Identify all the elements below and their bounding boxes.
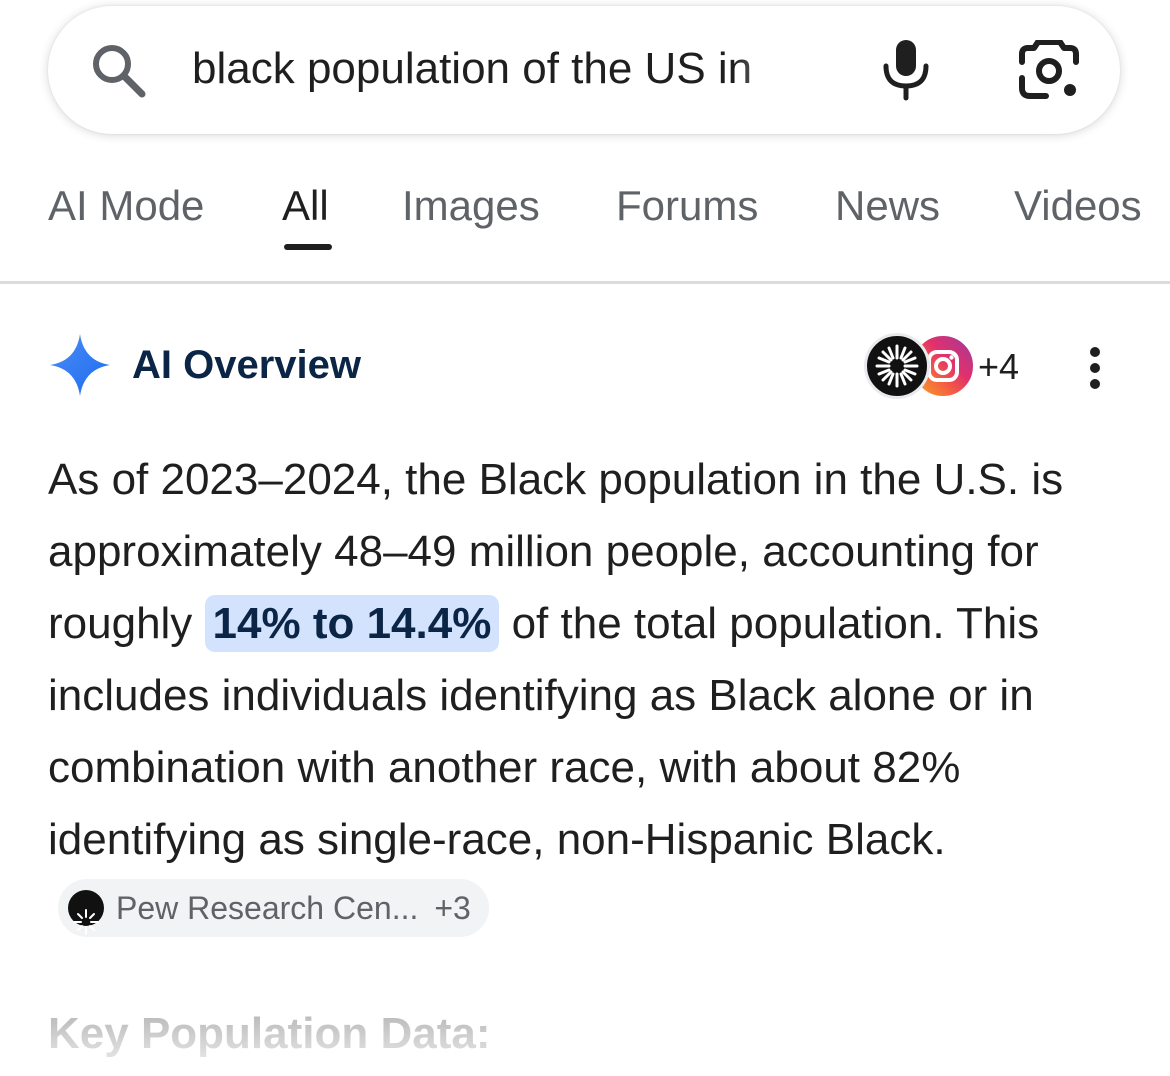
tab-ai-mode[interactable]: AI Mode: [48, 180, 204, 232]
highlighted-percentage: 14% to 14.4%: [204, 595, 500, 652]
search-input[interactable]: black population of the US in: [192, 36, 822, 102]
more-sources-count[interactable]: +4: [978, 345, 1019, 389]
lens-icon[interactable]: [1016, 40, 1082, 100]
active-tab-indicator: [284, 244, 332, 250]
tabs-divider: [0, 281, 1170, 284]
tab-videos[interactable]: Videos: [1014, 180, 1142, 232]
tab-forums[interactable]: Forums: [616, 180, 758, 232]
search-icon[interactable]: [88, 40, 148, 100]
source-chip[interactable]: Pew Research Cen... +3: [58, 879, 489, 938]
pew-source-avatar[interactable]: [864, 333, 930, 399]
search-tabs: AI Mode All Images Forums News Videos: [0, 180, 1170, 240]
mic-icon[interactable]: [880, 38, 932, 102]
more-vertical-icon[interactable]: [1080, 346, 1110, 390]
tab-news[interactable]: News: [835, 180, 940, 232]
ai-overview-title: AI Overview: [132, 343, 362, 387]
pew-chip-logo-icon: [68, 890, 104, 936]
ai-overview-text: As of 2023–2024, the Black population in…: [48, 444, 1138, 948]
pew-logo-icon: [875, 344, 919, 388]
key-population-heading: Key Population Data:: [48, 1009, 491, 1058]
tab-images[interactable]: Images: [402, 180, 540, 232]
source-chip-count: +3: [434, 890, 471, 927]
tab-all[interactable]: All: [282, 180, 329, 232]
sparkle-icon: [50, 334, 110, 396]
source-chip-label: Pew Research Cen...: [116, 890, 419, 927]
